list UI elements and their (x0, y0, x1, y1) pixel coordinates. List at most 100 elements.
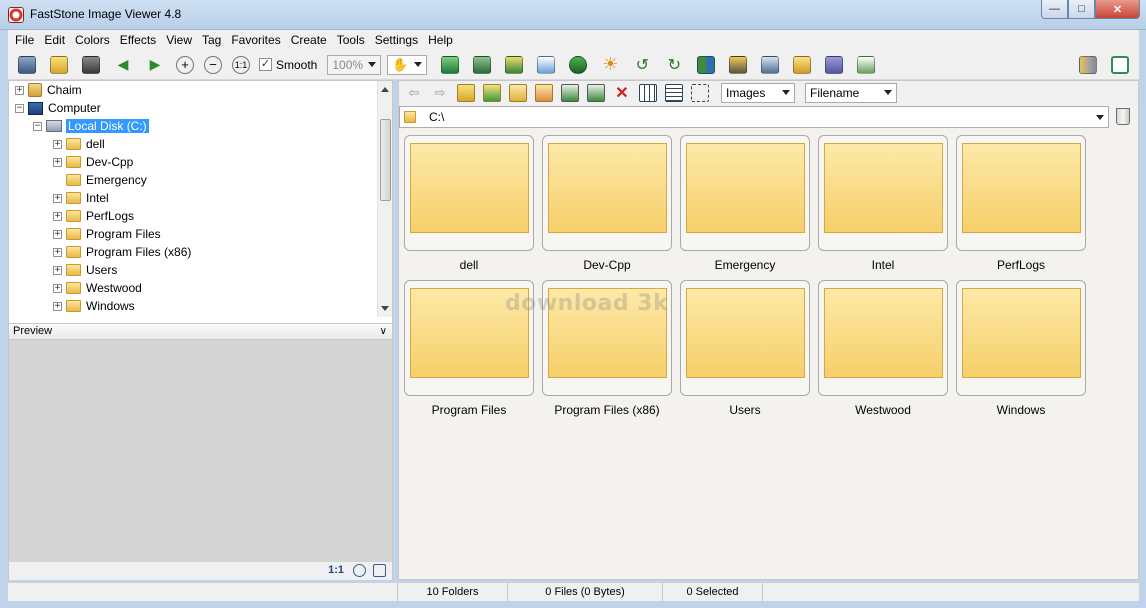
email-icon[interactable] (791, 54, 813, 76)
filter-select[interactable]: Images (721, 83, 795, 103)
zoom-in-icon[interactable]: + (176, 55, 194, 74)
wallpaper-icon[interactable] (727, 54, 749, 76)
crop-icon[interactable] (503, 54, 525, 76)
recycle-bin-icon[interactable] (1116, 108, 1130, 125)
smooth-toggle[interactable]: ✓ Smooth (259, 58, 317, 72)
tree-item-program-files-x86[interactable]: + Program Files (x86) (53, 243, 191, 261)
menu-tag[interactable]: Tag (197, 30, 226, 50)
compare-icon[interactable] (695, 54, 717, 76)
thumbnail-item[interactable]: Windows (956, 280, 1086, 417)
thumbnail-item[interactable]: dell (404, 135, 534, 272)
path-input[interactable]: C:\ (399, 106, 1109, 128)
path-dropdown-icon[interactable] (1096, 115, 1104, 120)
menu-effects[interactable]: Effects (115, 30, 161, 50)
menu-file[interactable]: File (10, 30, 39, 50)
scrollbar-thumb[interactable] (380, 119, 391, 201)
menu-colors[interactable]: Colors (70, 30, 115, 50)
expand-icon[interactable]: + (53, 211, 62, 221)
fullscreen-icon[interactable] (1109, 54, 1131, 76)
scroll-up-icon[interactable] (381, 87, 389, 92)
slideshow-icon[interactable] (439, 54, 461, 76)
zoom-out-icon[interactable]: − (204, 55, 222, 74)
expand-view-icon[interactable] (373, 564, 386, 577)
thumbnail-item[interactable]: Westwood (818, 280, 948, 417)
tree-item-dev-cpp[interactable]: + Dev-Cpp (53, 153, 133, 171)
previous-arrow-icon[interactable]: ◀ (112, 54, 134, 76)
app-icon[interactable] (8, 7, 24, 23)
smooth-checkbox[interactable]: ✓ (259, 58, 272, 71)
tree-item-dell[interactable]: + dell (53, 135, 105, 153)
refresh-folder-icon[interactable] (483, 84, 501, 102)
menu-settings[interactable]: Settings (370, 30, 423, 50)
tree-item-intel[interactable]: + Intel (53, 189, 109, 207)
expand-icon[interactable]: + (53, 157, 62, 167)
layout-icon[interactable] (1077, 54, 1099, 76)
expand-icon[interactable]: + (53, 229, 62, 239)
menu-create[interactable]: Create (286, 30, 332, 50)
expand-icon[interactable]: + (53, 283, 62, 293)
batch-convert-icon[interactable] (535, 54, 557, 76)
folder-thumbnail[interactable] (404, 135, 534, 251)
tree-item-program-files[interactable]: + Program Files (53, 225, 161, 243)
fit-icon[interactable] (353, 564, 366, 577)
folder-thumbnail[interactable] (818, 135, 948, 251)
sort-select[interactable]: Filename (805, 83, 897, 103)
print-icon[interactable] (823, 54, 845, 76)
menu-view[interactable]: View (161, 30, 197, 50)
thumbnails-view-icon[interactable] (639, 84, 657, 102)
expand-icon[interactable]: + (53, 139, 62, 149)
expand-icon[interactable]: + (53, 301, 62, 311)
menu-edit[interactable]: Edit (39, 30, 70, 50)
move-folder-icon[interactable] (587, 84, 605, 102)
actual-size-icon[interactable]: 1:1 (232, 55, 250, 74)
properties-icon[interactable] (855, 54, 877, 76)
tree-item-chaim[interactable]: + Chaim (15, 81, 82, 99)
expand-icon[interactable]: + (15, 85, 24, 95)
folder-thumbnail[interactable] (680, 280, 810, 396)
tree-item-emergency[interactable]: Emergency (66, 171, 147, 189)
scanner-icon[interactable] (759, 54, 781, 76)
folder-thumbnail[interactable] (542, 135, 672, 251)
camera-icon[interactable] (16, 54, 38, 76)
sun-icon[interactable]: ☀ (599, 54, 621, 76)
up-folder-icon[interactable] (457, 84, 475, 102)
maximize-button[interactable]: □ (1068, 0, 1095, 19)
delete-icon[interactable]: ✕ (613, 84, 631, 102)
thumbnail-item[interactable]: Dev-Cpp (542, 135, 672, 272)
minimize-button[interactable]: — (1041, 0, 1068, 19)
folder-thumbnail[interactable] (680, 135, 810, 251)
zoom-select[interactable]: 100% (327, 54, 382, 75)
thumbnail-item[interactable]: PerfLogs (956, 135, 1086, 272)
tree-item-windows[interactable]: + Windows (53, 297, 135, 315)
copy-to-icon[interactable] (471, 54, 493, 76)
copy-folder-icon[interactable] (561, 84, 579, 102)
thumbnail-item[interactable]: Emergency (680, 135, 810, 272)
forward-icon[interactable]: ⇨ (431, 84, 449, 102)
back-icon[interactable]: ⇦ (405, 84, 423, 102)
expand-icon[interactable]: + (53, 193, 62, 203)
collapse-icon[interactable]: − (33, 121, 42, 131)
tree-item-computer[interactable]: − Computer (15, 99, 101, 117)
menu-help[interactable]: Help (423, 30, 458, 50)
thumbnail-item[interactable]: Intel (818, 135, 948, 272)
close-button[interactable]: ✕ (1095, 0, 1140, 19)
folder-thumbnail[interactable] (956, 135, 1086, 251)
save-icon[interactable] (80, 54, 102, 76)
tree-item-westwood[interactable]: + Westwood (53, 279, 142, 297)
thumbnail-item[interactable]: Users (680, 280, 810, 417)
next-arrow-icon[interactable]: ▶ (144, 54, 166, 76)
menu-favorites[interactable]: Favorites (226, 30, 285, 50)
collapse-icon[interactable]: − (15, 103, 24, 113)
actual-size-label[interactable]: 1:1 (328, 564, 344, 576)
menu-tools[interactable]: Tools (332, 30, 370, 50)
details-view-icon[interactable] (691, 84, 709, 102)
list-view-icon[interactable] (665, 84, 683, 102)
tree-item-users[interactable]: + Users (53, 261, 117, 279)
tree-scrollbar[interactable] (377, 81, 392, 317)
rotate-right-icon[interactable]: ↻ (663, 54, 685, 76)
folder-thumbnail[interactable] (956, 280, 1086, 396)
collapse-chevron-icon[interactable]: ∨ (380, 324, 387, 339)
tree-item-local-disk[interactable]: − Local Disk (C:) (33, 117, 149, 135)
stamp-icon[interactable] (567, 54, 589, 76)
mouse-mode-select[interactable]: ✋ (387, 54, 428, 75)
